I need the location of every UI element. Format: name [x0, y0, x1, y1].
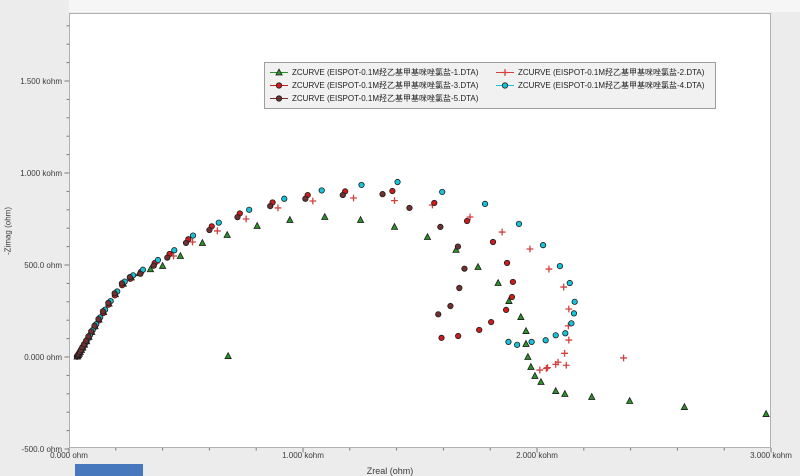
- legend-item-label: ZCURVE (EISPOT-0.1M羟乙基甲基咪唑氯盐-4.DTA): [518, 81, 705, 90]
- x-tick-label: 2.000 kohm: [516, 451, 558, 460]
- legend-item-2[interactable]: ZCURVE (EISPOT-0.1M羟乙基甲基咪唑氯盐-2.DTA): [495, 67, 711, 78]
- y-tick-label: 0.000 ohm: [24, 353, 62, 362]
- y-tick-label: 1.000 kohm: [20, 169, 62, 178]
- legend-item-1[interactable]: ZCURVE (EISPOT-0.1M羟乙基甲基咪唑氯盐-1.DTA): [269, 67, 495, 78]
- y-axis-title: -Zimag (ohm): [3, 206, 13, 256]
- app-window: 0.000 ohm 1.000 kohm 2.000 kohm 3.000 kohm -…: [0, 0, 800, 476]
- x-tick-label: 1.000 kohm: [282, 451, 324, 460]
- legend-item-label: ZCURVE (EISPOT-0.1M羟乙基甲基咪唑氯盐-1.DTA): [292, 68, 479, 77]
- series-2-points: [74, 194, 627, 374]
- y-tick-label: 1.500 kohm: [20, 77, 62, 86]
- y-tick-label: 500.0 ohm: [24, 261, 62, 270]
- legend-item-label: ZCURVE (EISPOT-0.1M羟乙基甲基咪唑氯盐-5.DTA): [292, 94, 479, 103]
- series-3-marker-icon: [270, 82, 288, 89]
- legend-item-5[interactable]: ZCURVE (EISPOT-0.1M羟乙基甲基咪唑氯盐-5.DTA): [269, 93, 495, 104]
- legend-item-3[interactable]: ZCURVE (EISPOT-0.1M羟乙基甲基咪唑氯盐-3.DTA): [269, 80, 495, 91]
- x-tick-label: 3.000 kohm: [750, 451, 792, 460]
- taskbar-item[interactable]: [75, 464, 143, 476]
- legend-box[interactable]: ZCURVE (EISPOT-0.1M羟乙基甲基咪唑氯盐-1.DTA) ZCUR…: [264, 62, 716, 109]
- x-axis-title: Zreal (ohm): [366, 466, 414, 476]
- legend-item-label: ZCURVE (EISPOT-0.1M羟乙基甲基咪唑氯盐-3.DTA): [292, 81, 479, 90]
- legend-item-4[interactable]: ZCURVE (EISPOT-0.1M羟乙基甲基咪唑氯盐-4.DTA): [495, 80, 711, 91]
- series-4-marker-icon: [496, 82, 514, 89]
- series-2-marker-icon: [496, 69, 514, 76]
- series-5-marker-icon: [270, 95, 288, 102]
- y-tick-label: -500.0 ohm: [22, 445, 63, 454]
- series-1-points: [73, 212, 770, 417]
- legend-item-label: ZCURVE (EISPOT-0.1M羟乙基甲基咪唑氯盐-2.DTA): [518, 68, 705, 77]
- series-1-marker-icon: [270, 68, 288, 76]
